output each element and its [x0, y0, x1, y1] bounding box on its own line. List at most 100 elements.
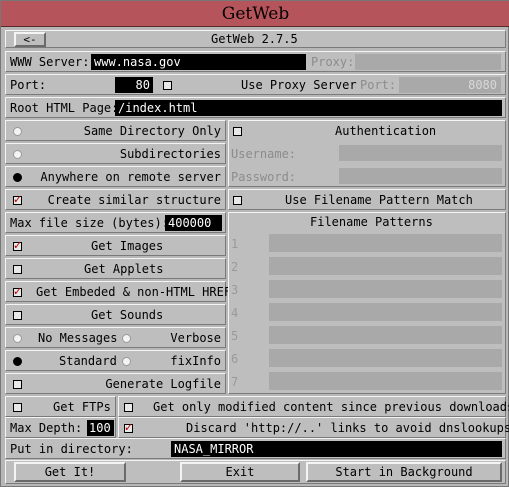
auth-checkbox[interactable]: [233, 127, 242, 136]
fixinfo-radio[interactable]: [122, 357, 131, 366]
max-file-label: Max file size (bytes):: [10, 216, 169, 230]
port-label: Port:: [10, 78, 47, 92]
get-applets-label: Get Applets: [84, 262, 164, 276]
verbose-label: Verbose: [170, 331, 221, 345]
getweb-window: GetWeb <- GetWeb 2.7.5 WWW Server: www.n…: [0, 0, 509, 487]
proxy-port-input[interactable]: 8080: [399, 77, 501, 93]
discard-checkbox[interactable]: [124, 421, 133, 434]
max-depth-input[interactable]: 100: [87, 420, 114, 436]
server-row: WWW Server: www.nasa.gov Proxy:: [5, 51, 506, 72]
auth-label: Authentication: [335, 124, 437, 138]
ftp-row: Get FTPs: [5, 396, 116, 417]
get-applets-checkbox[interactable]: [13, 265, 22, 274]
get-sounds-label: Get Sounds: [91, 308, 164, 322]
anywhere-label: Anywhere on remote server: [40, 170, 221, 184]
get-embeded-checkbox[interactable]: [13, 285, 22, 298]
root-row: Root HTML Page: /index.html: [5, 97, 506, 118]
max-depth-label: Max Depth:: [10, 421, 83, 435]
get-images-label: Get Images: [91, 239, 164, 253]
verbose-radio[interactable]: [122, 334, 131, 343]
pattern-input[interactable]: [269, 326, 502, 344]
get-sounds-checkbox[interactable]: [13, 311, 22, 320]
no-messages-label: No Messages: [38, 331, 118, 345]
pattern-number: 2: [231, 260, 239, 274]
start-background-button[interactable]: Start in Background: [306, 462, 502, 482]
standard-radio[interactable]: [13, 357, 22, 366]
root-page-label: Root HTML Page:: [10, 101, 119, 115]
pattern-input[interactable]: [269, 234, 502, 252]
proxy-label: Proxy:: [311, 55, 355, 69]
back-button[interactable]: <-: [14, 32, 46, 47]
pattern-number: 3: [231, 283, 239, 297]
subdirs-label: Subdirectories: [119, 147, 221, 161]
password-label: Password:: [231, 170, 297, 184]
subdirs-radio[interactable]: [13, 150, 22, 159]
pattern-toggle-row: Use Filename Pattern Match: [228, 189, 506, 210]
get-images-checkbox[interactable]: [13, 239, 22, 252]
root-page-input[interactable]: /index.html: [115, 100, 502, 116]
no-messages-radio[interactable]: [13, 334, 22, 343]
port-row: Port: 80 Use Proxy Server Port: 8080: [5, 74, 506, 95]
proxy-port-label: Port:: [360, 78, 397, 92]
scope-anywhere-row: Anywhere on remote server: [5, 166, 226, 187]
pattern-number: 4: [231, 306, 239, 320]
messages-row-1: No Messages Verbose: [5, 327, 226, 348]
anywhere-radio[interactable]: [13, 173, 22, 182]
discard-row: Discard 'http://..' links to avoid dnslo…: [118, 417, 509, 438]
pattern-input[interactable]: [269, 257, 502, 275]
pattern-input[interactable]: [269, 303, 502, 321]
pattern-header: Filename Patterns: [310, 215, 433, 229]
get-images-row: Get Images: [5, 235, 226, 256]
max-file-input[interactable]: 400000: [165, 215, 222, 231]
same-dir-radio[interactable]: [13, 127, 22, 136]
exit-button[interactable]: Exit: [180, 462, 300, 482]
pattern-list-panel: Filename Patterns 1 2 3 4 5 6 7: [228, 212, 506, 394]
discard-label: Discard 'http://..' links to avoid dnslo…: [186, 421, 509, 435]
www-server-label: WWW Server:: [10, 55, 90, 69]
password-input[interactable]: [339, 168, 502, 184]
modified-checkbox[interactable]: [124, 403, 133, 412]
scope-subdirs-row: Subdirectories: [5, 143, 226, 164]
depth-row: Max Depth: 100: [5, 417, 116, 438]
ftp-label: Get FTPs: [53, 400, 111, 414]
pattern-input[interactable]: [269, 349, 502, 367]
window-title: GetWeb: [1, 1, 509, 27]
scope-same-dir-row: Same Directory Only: [5, 120, 226, 141]
proxy-input[interactable]: [355, 54, 501, 70]
get-embeded-row: Get Embeded & non-HTML HREF: [5, 281, 231, 302]
www-server-input[interactable]: www.nasa.gov: [91, 54, 306, 70]
username-input[interactable]: [339, 145, 502, 161]
use-proxy-checkbox[interactable]: [163, 81, 172, 90]
pattern-number: 5: [231, 329, 239, 343]
get-sounds-row: Get Sounds: [5, 304, 226, 325]
action-bar: Get It! Exit Start in Background: [5, 460, 506, 484]
get-applets-row: Get Applets: [5, 258, 226, 279]
standard-label: Standard: [59, 354, 117, 368]
pattern-number: 1: [231, 237, 239, 251]
port-input[interactable]: 80: [115, 77, 153, 93]
get-embeded-label: Get Embeded & non-HTML HREF: [36, 285, 232, 299]
version-label: GetWeb 2.7.5: [211, 32, 298, 46]
ftp-checkbox[interactable]: [13, 403, 22, 412]
same-dir-label: Same Directory Only: [83, 124, 221, 138]
get-it-button[interactable]: Get It!: [14, 462, 126, 482]
create-structure-row: Create similar structure: [5, 189, 226, 210]
username-label: Username:: [231, 147, 297, 161]
pattern-number: 6: [231, 352, 239, 366]
create-structure-checkbox[interactable]: [13, 193, 22, 206]
auth-panel: Authentication Username: Password:: [228, 120, 506, 187]
modified-row: Get only modified content since previous…: [118, 396, 509, 417]
modified-label: Get only modified content since previous…: [153, 400, 509, 414]
logfile-row: Generate Logfile: [5, 373, 226, 394]
version-bar: <- GetWeb 2.7.5: [5, 30, 506, 48]
pattern-label: Use Filename Pattern Match: [285, 193, 473, 207]
pattern-input[interactable]: [269, 372, 502, 390]
pattern-checkbox[interactable]: [233, 196, 242, 205]
directory-input[interactable]: NASA_MIRROR: [171, 441, 502, 457]
logfile-checkbox[interactable]: [13, 380, 22, 389]
pattern-number: 7: [231, 375, 239, 389]
directory-label: Put in directory:: [10, 442, 133, 456]
directory-row: Put in directory: NASA_MIRROR: [5, 438, 506, 459]
max-file-row: Max file size (bytes): 400000: [5, 212, 226, 233]
pattern-input[interactable]: [269, 280, 502, 298]
